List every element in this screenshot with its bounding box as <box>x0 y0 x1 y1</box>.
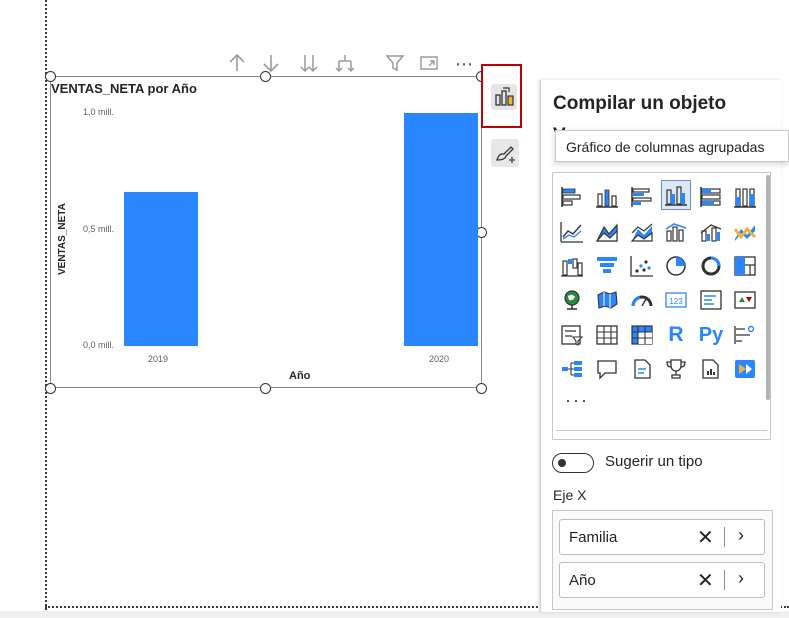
field-label: Año <box>569 572 596 589</box>
area-chart-icon[interactable] <box>593 218 621 246</box>
build-visual-icon <box>495 87 514 106</box>
goals-icon[interactable] <box>662 355 690 383</box>
smart-narrative-icon[interactable] <box>628 355 656 383</box>
donut-chart-icon[interactable] <box>697 252 725 280</box>
tooltip: Gráfico de columnas agrupadas <box>555 130 789 162</box>
stacked-bar-chart-icon[interactable] <box>558 183 586 211</box>
map-icon[interactable] <box>558 286 586 314</box>
arrow-up-icon[interactable] <box>225 52 249 76</box>
stacked-column-chart-icon[interactable] <box>593 183 621 211</box>
pie-chart-icon[interactable] <box>662 252 690 280</box>
matrix-icon[interactable] <box>628 321 656 349</box>
field-separator <box>724 570 725 590</box>
focus-mode-icon[interactable] <box>417 52 441 76</box>
resize-handle-bottom[interactable] <box>260 383 271 394</box>
build-visual-button[interactable] <box>491 84 517 110</box>
python-visual-icon[interactable]: Py <box>697 321 725 349</box>
100-stacked-column-chart-icon[interactable] <box>731 183 759 211</box>
gauge-icon[interactable] <box>628 286 656 314</box>
paginated-report-icon[interactable] <box>697 355 725 383</box>
remove-field-icon[interactable]: ✕ <box>697 568 714 593</box>
table-icon[interactable] <box>593 321 621 349</box>
fork-down-icon[interactable] <box>333 52 357 76</box>
filled-map-icon[interactable] <box>593 286 621 314</box>
field-label: Familia <box>569 529 618 546</box>
ribbon-chart-icon[interactable] <box>731 218 759 246</box>
bar-2020[interactable] <box>404 113 478 346</box>
resize-handle-bottom-right[interactable] <box>476 383 487 394</box>
resize-handle-top[interactable] <box>260 71 271 82</box>
power-apps-icon[interactable] <box>731 355 759 383</box>
field-separator <box>724 527 725 547</box>
gallery-scrollbar[interactable] <box>766 175 770 400</box>
y-tick-label: 1,0 mill. <box>82 107 114 117</box>
svg-text:123: 123 <box>669 297 683 306</box>
x-axis-well-label: Eje X <box>553 487 587 503</box>
clustered-bar-chart-icon[interactable] <box>628 183 656 211</box>
x-tick-label: 2020 <box>429 354 450 364</box>
chevron-right-icon[interactable]: › <box>738 568 744 589</box>
toggle-knob <box>558 459 566 467</box>
x-axis-label: Año <box>289 370 311 382</box>
pane-title: Compilar un objeto <box>553 93 727 114</box>
funnel-chart-icon[interactable] <box>593 252 621 280</box>
resize-handle-bottom-left[interactable] <box>45 383 56 394</box>
bar-2019[interactable] <box>124 192 198 346</box>
waterfall-chart-icon[interactable] <box>558 252 586 280</box>
more-options-icon[interactable]: ⋯ <box>452 52 476 76</box>
stacked-area-chart-icon[interactable] <box>628 218 656 246</box>
filter-icon[interactable] <box>383 52 407 76</box>
y-tick-label: 0,5 mill. <box>82 224 114 234</box>
card-icon[interactable]: 123 <box>662 286 690 314</box>
scatter-chart-icon[interactable] <box>628 252 656 280</box>
line-and-stacked-column-chart-icon[interactable] <box>662 218 690 246</box>
more-visuals-icon[interactable]: ··· <box>565 390 589 411</box>
key-influencers-icon[interactable] <box>731 321 759 349</box>
treemap-icon[interactable] <box>731 252 759 280</box>
chart-title: VENTAS_NETA por Año <box>51 81 197 96</box>
chevron-right-icon[interactable]: › <box>738 525 744 546</box>
x-tick-label: 2019 <box>148 354 169 364</box>
double-arrow-down-icon[interactable] <box>297 52 321 76</box>
100-stacked-bar-chart-icon[interactable] <box>697 183 725 211</box>
clustered-column-chart-icon[interactable] <box>661 180 691 210</box>
suggest-type-label: Sugerir un tipo <box>605 453 703 470</box>
line-and-clustered-column-chart-icon[interactable] <box>697 218 725 246</box>
remove-field-icon[interactable]: ✕ <box>697 525 714 550</box>
qna-icon[interactable] <box>593 355 621 383</box>
format-visual-button[interactable] <box>491 139 519 167</box>
r-visual-icon[interactable]: R <box>662 321 690 349</box>
format-visual-icon <box>496 146 515 163</box>
kpi-icon[interactable] <box>731 286 759 314</box>
gallery-separator <box>556 430 767 431</box>
canvas-left-border <box>45 0 47 610</box>
bottom-strip <box>0 611 789 618</box>
y-axis-label: VENTAS_NETA <box>57 203 68 275</box>
multi-row-card-icon[interactable] <box>697 286 725 314</box>
slicer-icon[interactable] <box>558 321 586 349</box>
y-tick-label: 0,0 mill. <box>82 340 114 350</box>
line-chart-icon[interactable] <box>558 218 586 246</box>
decomposition-tree-icon[interactable] <box>558 355 586 383</box>
